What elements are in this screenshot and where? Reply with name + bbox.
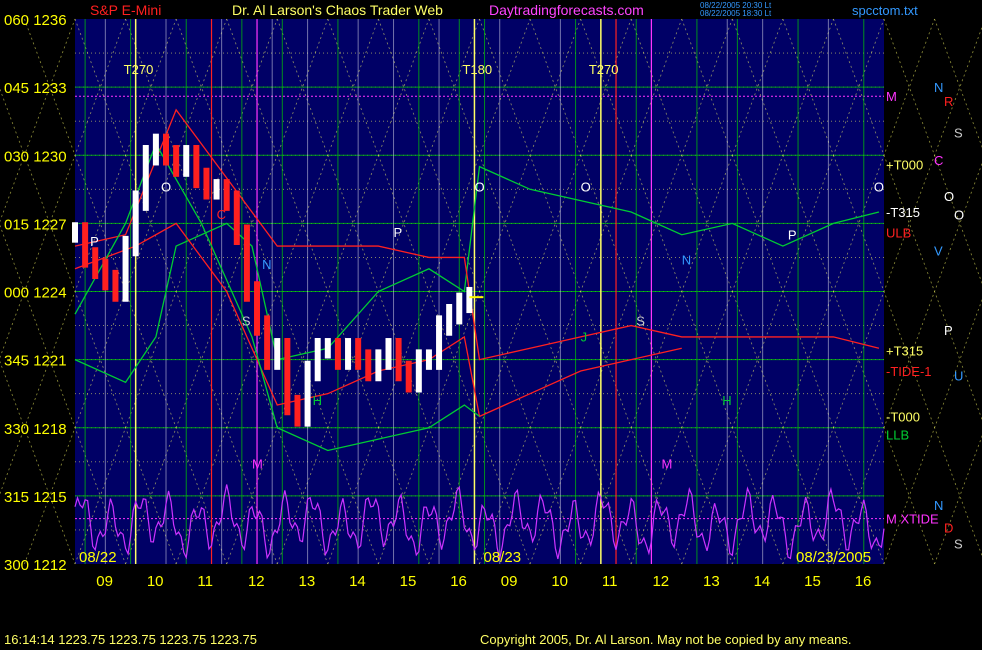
right-level-label: +T315 bbox=[886, 344, 923, 359]
symbol-label: S&P E-Mini bbox=[90, 2, 161, 18]
y-tick-label: 315 1215 bbox=[4, 489, 67, 506]
chart-letter: H bbox=[313, 393, 322, 408]
right-level-label: -T000 bbox=[886, 409, 920, 424]
x-tick-label: 14 bbox=[754, 573, 771, 590]
x-tick-label: 13 bbox=[703, 573, 720, 590]
y-tick-label: 060 1236 bbox=[4, 12, 67, 29]
right-letter: S bbox=[954, 537, 963, 552]
chart-letter: C bbox=[217, 207, 226, 222]
chart-letter: O bbox=[874, 180, 884, 195]
chart-letter: P bbox=[90, 234, 99, 249]
right-letter: R bbox=[944, 94, 953, 109]
marker-label: T180 bbox=[462, 62, 492, 77]
chart-letter: O bbox=[474, 180, 484, 195]
chart-title: Dr. Al Larson's Chaos Trader Web bbox=[232, 2, 443, 18]
right-labels: M +T000 -T315 ULB +T315 -TIDE-1 -T000 LLB M XTID… bbox=[886, 80, 964, 551]
x-tick-label: 14 bbox=[349, 573, 366, 590]
right-level-label: -T315 bbox=[886, 205, 920, 220]
y-tick-label: 300 1212 bbox=[4, 557, 67, 574]
chart-letter: O bbox=[161, 180, 171, 195]
file-label: spcctom.txt bbox=[852, 3, 918, 18]
right-letter: O bbox=[954, 207, 964, 222]
chart-letter: M bbox=[662, 457, 673, 472]
x-tick-label: 10 bbox=[147, 573, 164, 590]
chart-letter: M bbox=[252, 457, 263, 472]
x-tick-label: 11 bbox=[197, 573, 213, 590]
right-letter: N bbox=[934, 80, 943, 95]
footer-quote: 16:14:14 1223.75 1223.75 1223.75 1223.75 bbox=[4, 632, 257, 647]
right-letter: V bbox=[934, 244, 943, 259]
date-label: 08/23/2005 bbox=[796, 549, 871, 566]
chart-letter: O bbox=[581, 180, 591, 195]
grid-diagonal-line bbox=[934, 18, 982, 148]
right-letter: U bbox=[954, 369, 963, 384]
y-tick-label: 330 1218 bbox=[4, 421, 67, 438]
chart-letter: S bbox=[636, 314, 645, 329]
right-letter: O bbox=[944, 189, 954, 204]
x-tick-label: 12 bbox=[248, 573, 265, 590]
chart-letter: N bbox=[262, 257, 271, 272]
footer-copyright: Copyright 2005, Dr. Al Larson. May not b… bbox=[480, 632, 851, 647]
right-letter: C bbox=[934, 153, 943, 168]
x-tick-label: 16 bbox=[450, 573, 467, 590]
x-tick-label: 09 bbox=[501, 573, 518, 590]
x-tick-label: 09 bbox=[96, 573, 113, 590]
x-tick-label: 10 bbox=[551, 573, 568, 590]
y-tick-label: 030 1230 bbox=[4, 148, 67, 165]
y-tick-label: 000 1224 bbox=[4, 285, 67, 302]
site-label: Daytradingforecasts.com bbox=[489, 2, 644, 18]
timestamp-2: 08/22/2005 18:30 Lt bbox=[700, 9, 772, 18]
chart-letter: P bbox=[788, 227, 797, 242]
right-level-label: M bbox=[886, 89, 897, 104]
chart-letter: J bbox=[581, 329, 588, 344]
x-tick-label: 12 bbox=[652, 573, 669, 590]
marker-label: T270 bbox=[124, 62, 154, 77]
x-tick-label: 15 bbox=[804, 573, 821, 590]
right-level-label: -TIDE-1 bbox=[886, 364, 932, 379]
chart-letter: P bbox=[394, 225, 403, 240]
y-tick-label: 345 1221 bbox=[4, 353, 67, 370]
right-letter: D bbox=[944, 521, 953, 536]
right-letter: S bbox=[954, 126, 963, 141]
x-tick-label: 13 bbox=[299, 573, 316, 590]
chaos-trader-chart: POCNSHMPO ONSJHMPO T270 T180 T270060 123604… bbox=[0, 1, 982, 647]
grid-diagonal-line bbox=[883, 298, 982, 565]
date-label: 08/22 bbox=[79, 549, 117, 566]
right-level-label: +T000 bbox=[886, 157, 923, 172]
y-tick-label: 015 1227 bbox=[4, 216, 67, 233]
grid-diagonal-line bbox=[934, 435, 982, 565]
chart-letter: H bbox=[722, 393, 731, 408]
right-level-label: LLB bbox=[886, 428, 909, 443]
x-tick-label: 15 bbox=[400, 573, 417, 590]
right-level-label: M XTIDE bbox=[886, 512, 939, 527]
right-letter: N bbox=[934, 498, 943, 513]
right-letter: P bbox=[944, 323, 953, 338]
right-level-label: ULB bbox=[886, 225, 911, 240]
chart-letter: S bbox=[242, 314, 251, 329]
y-tick-label: 045 1233 bbox=[4, 80, 67, 97]
x-tick-label: 16 bbox=[855, 573, 872, 590]
date-label: 08/23 bbox=[484, 549, 522, 566]
grid-diagonal-line bbox=[883, 18, 982, 285]
chart-letter: N bbox=[682, 252, 691, 267]
x-tick-label: 11 bbox=[602, 573, 618, 590]
marker-label: T270 bbox=[589, 62, 619, 77]
